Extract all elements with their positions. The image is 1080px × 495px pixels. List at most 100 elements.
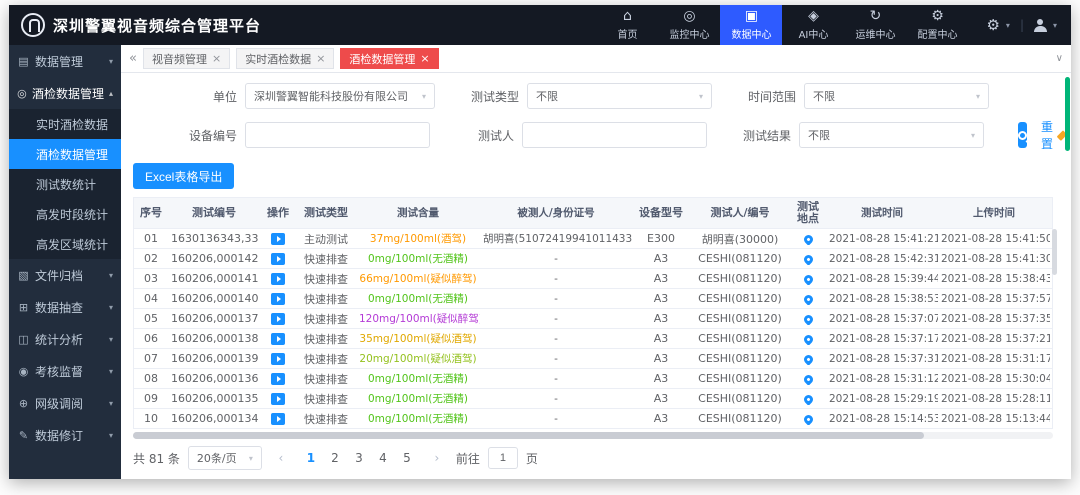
location-pin-icon[interactable] [801,312,815,325]
tab-close-icon[interactable]: × [212,52,221,65]
tab-av-management[interactable]: 视音频管理 × [142,48,231,69]
sidebar-item-assessment[interactable]: ◉ 考核监督 ▾ [9,355,121,387]
spotcheck-icon: ⊞ [18,300,29,314]
nav-ai-center[interactable]: ◈ AI中心 [782,5,844,45]
page-size-select[interactable]: 20条/页 ▾ [187,446,262,470]
video-record-icon[interactable] [271,333,285,345]
cell-device-model: A3 [653,252,669,265]
sidebar-item-data-spotcheck[interactable]: ⊞ 数据抽查 ▾ [9,291,121,323]
page-button-5[interactable]: 5 [396,447,418,469]
table-row[interactable]: 02 160206,000142 快速排查 0mg/100ml(无酒精) - A… [134,248,1052,268]
nav-home-label: 首页 [617,30,638,41]
sidebar-item-test-count-stats[interactable]: 测试数统计 [9,169,121,199]
tester-label: 测试人 [477,128,514,143]
cell-seq: 09 [144,392,158,405]
location-pin-icon[interactable] [801,392,815,405]
page-button-3[interactable]: 3 [348,447,370,469]
tab-options-dropdown-icon[interactable]: ∨ [1056,53,1063,64]
table-row[interactable]: 10 160206,000134 快速排查 0mg/100ml(无酒精) - A… [134,408,1052,428]
location-pin-icon[interactable] [801,372,815,385]
sidebar-item-statistics[interactable]: ◫ 统计分析 ▾ [9,323,121,355]
nav-ops-center[interactable]: ↻ 运维中心 [844,5,906,45]
table-row[interactable]: 05 160206,000137 快速排查 120mg/100ml(疑似醉驾) … [134,308,1052,328]
tester-input[interactable] [522,122,707,148]
cell-tester-no: CESHI(081120) [698,352,782,365]
page-button-2[interactable]: 2 [324,447,346,469]
cell-tester-no: CESHI(081120) [698,312,782,325]
device-no-input[interactable] [245,122,430,148]
nav-data-center[interactable]: ▣ 数据中心 [720,5,783,45]
nav-ai-label: AI中心 [798,30,829,41]
tab-alcohol-data-management[interactable]: 酒检数据管理 × [340,48,439,69]
time-range-select[interactable]: 不限 ▾ [804,83,989,109]
horizontal-scrollbar-thumb[interactable] [133,432,925,439]
column-header: 序号 [140,207,162,219]
video-record-icon[interactable] [271,313,285,325]
sidebar-item-data-revision[interactable]: ✎ 数据修订 ▾ [9,419,121,451]
video-record-icon[interactable] [271,273,285,285]
location-pin-icon[interactable] [801,272,815,285]
table-vertical-scrollbar[interactable] [1052,229,1057,275]
location-pin-icon[interactable] [801,412,815,425]
table-row[interactable]: 03 160206,000141 快速排查 66mg/100ml(疑似醉驾) -… [134,268,1052,288]
unit-select[interactable]: 深圳警翼智能科技股份有限公司 ▾ [245,83,435,109]
video-record-icon[interactable] [271,233,285,245]
search-button[interactable] [1018,122,1027,148]
result-select[interactable]: 不限 ▾ [799,122,984,148]
table-row[interactable]: 07 160206,000139 快速排查 20mg/100ml(疑似酒驾) -… [134,348,1052,368]
sidebar-item-network-retrieval[interactable]: ⊕ 网级调阅 ▾ [9,387,121,419]
excel-export-button[interactable]: Excel表格导出 [133,163,235,189]
cell-test-no: 1630136343,33 [171,232,259,245]
header-divider: | [1019,18,1024,32]
cell-upload-time: 2021-08-28 15:41:30 [941,252,1050,265]
chevron-down-icon: ▾ [698,91,703,101]
test-type-select[interactable]: 不限 ▾ [527,83,712,109]
table-row[interactable]: 09 160206,000135 快速排查 0mg/100ml(无酒精) - A… [134,388,1052,408]
goto-page-input[interactable] [487,447,518,469]
nav-config-center[interactable]: ⚙ 配置中心 [906,5,968,45]
next-page-button[interactable]: › [426,447,448,469]
sidebar-item-file-archive[interactable]: ▧ 文件归档 ▾ [9,259,121,291]
cell-test-time: 2021-08-28 15:37:07 [829,312,938,325]
sidebar-item-data-management[interactable]: ▤ 数据管理 ▾ [9,45,121,77]
sidebar-item-alcohol-data-mgmt[interactable]: 酒检数据管理 [9,139,121,169]
cell-seq: 01 [144,232,158,245]
page-button-1[interactable]: 1 [300,447,322,469]
sidebar-item-alcohol-data-management[interactable]: ◎ 酒检数据管理 ▴ [9,77,121,109]
table-row[interactable]: 06 160206,000138 快速排查 35mg/100ml(疑似酒驾) -… [134,328,1052,348]
sidebar-item-realtime-alcohol-data[interactable]: 实时酒检数据 [9,109,121,139]
video-record-icon[interactable] [271,293,285,305]
tab-realtime-alcohol-data[interactable]: 实时酒检数据 × [236,48,335,69]
table-row[interactable]: 04 160206,000140 快速排查 0mg/100ml(无酒精) - A… [134,288,1052,308]
video-record-icon[interactable] [271,373,285,385]
gear-icon[interactable]: ⚙ [986,16,999,34]
nav-home[interactable]: ⌂ 首页 [596,5,658,45]
cell-test-time: 2021-08-28 15:38:53 [829,292,938,305]
sidebar-item-peak-region-stats[interactable]: 高发区域统计 [9,229,121,259]
tab-close-icon[interactable]: × [420,52,429,65]
location-pin-icon[interactable] [801,252,815,265]
video-record-icon[interactable] [271,353,285,365]
nav-monitor-center[interactable]: ◎ 监控中心 [658,5,720,45]
sidebar-item-label: 数据抽查 [35,300,84,315]
filter-row-1: 单位 深圳警翼智能科技股份有限公司 ▾ 测试类型 不限 ▾ 时间范围 不限 ▾ [133,83,1059,109]
page-vertical-scrollbar[interactable] [1065,77,1070,151]
location-pin-icon[interactable] [801,332,815,345]
user-icon[interactable] [1033,18,1047,32]
location-pin-icon[interactable] [801,352,815,365]
table-row[interactable]: 08 160206,000136 快速排查 0mg/100ml(无酒精) - A… [134,368,1052,388]
sidebar-item-peak-time-stats[interactable]: 高发时段统计 [9,199,121,229]
collapse-tabs-icon[interactable]: « [129,51,137,66]
video-record-icon[interactable] [271,253,285,265]
video-record-icon[interactable] [271,413,285,425]
reset-link[interactable]: 重置 [1041,118,1068,152]
location-pin-icon[interactable] [801,292,815,305]
table-row[interactable]: 01 1630136343,33 主动测试 37mg/100ml(酒驾) 胡明喜… [134,228,1052,248]
page-button-4[interactable]: 4 [372,447,394,469]
chevron-down-icon: ▾ [970,130,975,140]
config-center-icon: ⚙ [931,8,944,24]
video-record-icon[interactable] [271,393,285,405]
prev-page-button[interactable]: ‹ [270,447,292,469]
tab-close-icon[interactable]: × [316,52,325,65]
location-pin-icon[interactable] [801,232,815,245]
